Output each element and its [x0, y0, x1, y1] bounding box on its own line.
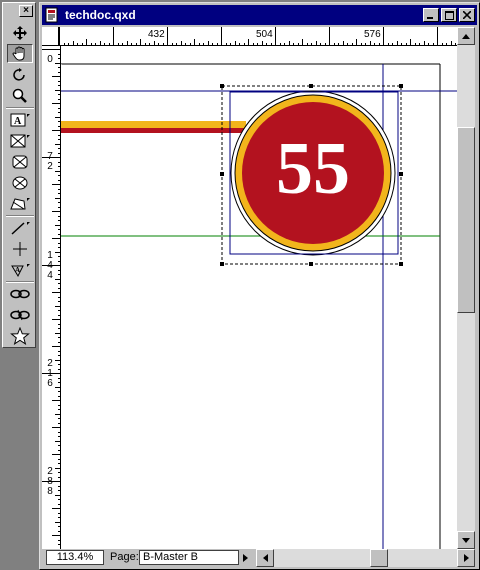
- close-button[interactable]: [459, 8, 475, 22]
- scroll-up-button[interactable]: [457, 27, 475, 45]
- handle-mr: [399, 172, 403, 176]
- rect-picture-box-icon: [10, 134, 30, 147]
- rounded-picture-box-icon: [12, 155, 28, 168]
- svg-text:A: A: [15, 266, 20, 274]
- arrow-left-icon: [262, 554, 268, 562]
- bezier-picture-box-tool[interactable]: [7, 194, 33, 213]
- zoom-tool[interactable]: [7, 86, 33, 105]
- content-tool[interactable]: [7, 44, 33, 63]
- handle-tr: [399, 84, 403, 88]
- svg-text:A: A: [14, 116, 22, 127]
- horizontal-scrollbar[interactable]: [256, 549, 475, 567]
- v-ruler-label-72: 7 2: [47, 151, 53, 172]
- yellow-stripe: [61, 121, 246, 128]
- scroll-right-button[interactable]: [457, 549, 475, 567]
- document-icon: [45, 7, 58, 23]
- maximize-icon: [444, 10, 454, 20]
- vertical-scrollbar[interactable]: [457, 27, 475, 549]
- page-selector[interactable]: B-Master B: [139, 550, 251, 565]
- unlink-icon: [10, 309, 30, 320]
- magnifier-icon: [12, 88, 27, 103]
- handle-br: [399, 262, 403, 266]
- h-ruler-label-576: 576: [364, 29, 381, 40]
- window-title: techdoc.qxd: [65, 8, 136, 22]
- unlinking-tool[interactable]: [7, 305, 33, 324]
- oval-picture-box-icon: [12, 176, 28, 189]
- palette-close-button[interactable]: ×: [19, 5, 33, 17]
- arrow-right-icon: [463, 554, 469, 562]
- handle-tc: [309, 84, 313, 88]
- maximize-button[interactable]: [441, 8, 457, 22]
- link-icon: [10, 289, 30, 298]
- star-icon: [10, 326, 30, 345]
- item-tool[interactable]: [7, 23, 33, 42]
- text-path-icon: A: [11, 263, 30, 277]
- handle-tl: [220, 84, 224, 88]
- v-ruler-label-0: 0: [47, 54, 53, 65]
- tool-palette: × A A: [2, 2, 36, 348]
- rotate-icon: [13, 67, 25, 81]
- move-arrows-icon: [13, 25, 27, 40]
- red-stripe: [61, 128, 246, 133]
- vertical-scroll-thumb[interactable]: [457, 127, 475, 313]
- rotation-tool[interactable]: [7, 65, 33, 84]
- handle-bl: [220, 262, 224, 266]
- badge-number: 55: [276, 128, 350, 210]
- text-box-icon: A: [10, 113, 30, 127]
- page-value: B-Master B: [143, 551, 199, 563]
- starburst-tool[interactable]: [7, 326, 33, 345]
- v-ruler-label-216: 2 1 6: [47, 358, 53, 389]
- page-label: Page:: [110, 551, 139, 563]
- handle-bc: [309, 262, 313, 266]
- page-popup-button[interactable]: [238, 550, 251, 565]
- window-titlebar[interactable]: techdoc.qxd: [42, 5, 477, 25]
- orthogonal-line-icon: [13, 241, 27, 256]
- palette-titlebar[interactable]: ×: [3, 3, 35, 19]
- text-path-tool[interactable]: A: [7, 260, 33, 279]
- minimize-button[interactable]: [423, 8, 439, 22]
- arrow-right-icon: [242, 553, 248, 562]
- arrow-down-icon: [462, 537, 470, 543]
- scroll-down-button[interactable]: [457, 531, 475, 549]
- linking-tool[interactable]: [7, 284, 33, 303]
- horizontal-ruler[interactable]: 432 504 576: [59, 27, 457, 46]
- close-icon: [463, 11, 471, 19]
- bezier-picture-box-icon: [10, 197, 30, 209]
- h-ruler-label-504: 504: [256, 29, 273, 40]
- rounded-picture-box-tool[interactable]: [7, 152, 33, 171]
- handle-ml: [220, 172, 224, 176]
- minimize-icon: [427, 17, 433, 19]
- scroll-left-button[interactable]: [256, 549, 274, 567]
- bottom-status-bar: 113.4% Page: B-Master B: [42, 549, 475, 567]
- line-icon: [11, 221, 30, 235]
- v-ruler-label-288: 2 8 8: [47, 466, 53, 497]
- ruler-origin[interactable]: [42, 27, 59, 46]
- vertical-ruler[interactable]: 0 7 2 1 4 4 2 1 6 2 8 8: [42, 46, 61, 549]
- document-canvas[interactable]: 55: [61, 46, 457, 549]
- zoom-field[interactable]: 113.4%: [46, 550, 104, 565]
- document-window: techdoc.qxd 432 504 576 0 7 2 1 4 4 2 1 …: [39, 2, 480, 570]
- arrow-up-icon: [462, 33, 470, 39]
- line-tool[interactable]: [7, 218, 33, 237]
- v-ruler-label-144: 1 4 4: [47, 250, 53, 281]
- text-box-tool[interactable]: A: [7, 110, 33, 129]
- h-ruler-label-432: 432: [148, 29, 165, 40]
- hand-icon: [12, 45, 25, 60]
- orthogonal-line-tool[interactable]: [7, 239, 33, 258]
- horizontal-scroll-thumb[interactable]: [370, 549, 388, 567]
- rectangle-picture-box-tool[interactable]: [7, 131, 33, 150]
- oval-picture-box-tool[interactable]: [7, 173, 33, 192]
- page-artwork: 55: [61, 63, 457, 549]
